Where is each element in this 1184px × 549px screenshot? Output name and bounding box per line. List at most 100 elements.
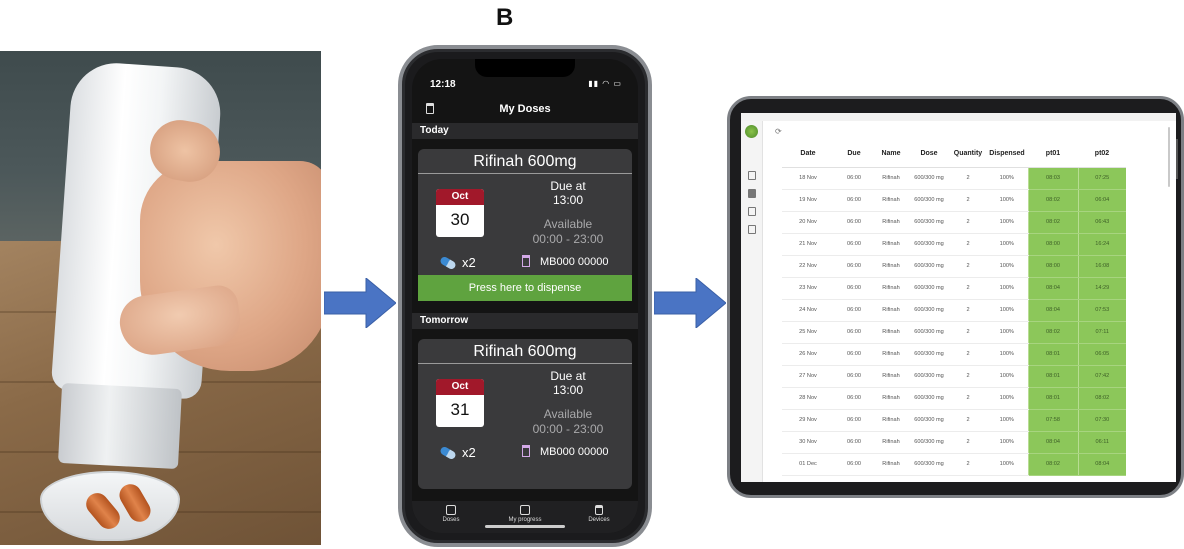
- table-cell: 600/300 mg: [908, 453, 950, 476]
- table-header-row: Date Due Name Dose Quantity Dispensed pt…: [782, 141, 1126, 168]
- due-label: Due at: [550, 369, 586, 383]
- table-cell: Rifinah: [874, 211, 908, 234]
- table-cell: 100%: [986, 233, 1028, 256]
- table-row[interactable]: 18 Nov 06:00 Rifinah 600/300 mg 2 100% 08:03 07…: [782, 167, 1126, 190]
- refresh-icon[interactable]: ⟳: [775, 127, 782, 136]
- table-cell: 600/300 mg: [908, 233, 950, 256]
- table-row[interactable]: 20 Nov 06:00 Rifinah 600/300 mg 2 100% 08:02 06…: [782, 211, 1126, 234]
- table-cell: 600/300 mg: [908, 409, 950, 432]
- document-icon[interactable]: [748, 225, 756, 234]
- available-label: Available: [543, 217, 593, 231]
- status-icons: ▮▮ ◠ ▭: [588, 79, 622, 88]
- table-cell: 21 Nov: [782, 233, 834, 256]
- patient-time-cell: 08:01: [1027, 365, 1078, 388]
- cup-icon[interactable]: [748, 171, 756, 180]
- column-header[interactable]: Quantity: [950, 141, 986, 168]
- table-row[interactable]: 01 Dec 06:00 Rifinah 600/300 mg 2 100% 08:02 08…: [782, 453, 1126, 476]
- column-header[interactable]: Name: [874, 141, 908, 168]
- calendar-day: 30: [450, 210, 470, 229]
- table-cell: 600/300 mg: [908, 255, 950, 278]
- table-row[interactable]: 29 Nov 06:00 Rifinah 600/300 mg 2 100% 07:58 07…: [782, 409, 1126, 432]
- availability-block: Available 00:00 - 23:00: [516, 407, 620, 437]
- column-header[interactable]: Date: [782, 141, 834, 168]
- table-cell: 100%: [986, 211, 1028, 234]
- table-cell: 600/300 mg: [908, 387, 950, 410]
- table-cell: 600/300 mg: [908, 167, 950, 190]
- due-label: Due at: [550, 179, 586, 193]
- table-cell: 2: [950, 321, 986, 344]
- table-cell: Rifinah: [874, 167, 908, 190]
- table-cell: 06:00: [834, 453, 874, 476]
- patient-time-cell: 07:30: [1077, 409, 1126, 432]
- table-cell: 06:00: [834, 255, 874, 278]
- tablet-sidebar: [741, 121, 763, 482]
- patient-time-cell: 08:00: [1027, 255, 1078, 278]
- patient-time-cell: 08:03: [1027, 167, 1078, 190]
- table-cell: 2: [950, 409, 986, 432]
- table-cell: 23 Nov: [782, 277, 834, 300]
- patient-time-cell: 16:24: [1077, 233, 1126, 256]
- chart-icon: [520, 505, 530, 515]
- patient-time-cell: 08:02: [1077, 387, 1126, 410]
- table-cell: Rifinah: [874, 387, 908, 410]
- table-row[interactable]: 22 Nov 06:00 Rifinah 600/300 mg 2 100% 08:00 16…: [782, 255, 1126, 278]
- nav-title: My Doses: [499, 103, 551, 115]
- table-row[interactable]: 27 Nov 06:00 Rifinah 600/300 mg 2 100% 08:01 07…: [782, 365, 1126, 388]
- patient-time-cell: 08:02: [1027, 321, 1078, 344]
- table-cell: 2: [950, 453, 986, 476]
- tab-devices[interactable]: Devices: [564, 505, 634, 523]
- phone-screen: 12:18 ▮▮ ◠ ▭ My Doses Today Rifinah 600m…: [412, 59, 638, 533]
- table-cell: 2: [950, 299, 986, 322]
- table-cell: 100%: [986, 189, 1028, 212]
- calendar-month: Oct: [436, 379, 484, 395]
- patient-time-cell: 08:02: [1027, 211, 1078, 234]
- table-row[interactable]: 30 Nov 06:00 Rifinah 600/300 mg 2 100% 08:04 06…: [782, 431, 1126, 454]
- table-row[interactable]: 24 Nov 06:00 Rifinah 600/300 mg 2 100% 08:04 07…: [782, 299, 1126, 322]
- table-row[interactable]: 21 Nov 06:00 Rifinah 600/300 mg 2 100% 08:00 16…: [782, 233, 1126, 256]
- table-cell: 600/300 mg: [908, 343, 950, 366]
- flow-arrow-2: [654, 278, 726, 328]
- scrollbar[interactable]: [1168, 127, 1170, 187]
- table-row[interactable]: 19 Nov 06:00 Rifinah 600/300 mg 2 100% 08:02 06…: [782, 189, 1126, 212]
- table-row[interactable]: 23 Nov 06:00 Rifinah 600/300 mg 2 100% 08:04 14…: [782, 277, 1126, 300]
- dispense-button[interactable]: Press here to dispense: [418, 275, 632, 301]
- dose-log-table: Date Due Name Dose Quantity Dispensed pt…: [782, 141, 1126, 476]
- table-cell: 06:00: [834, 365, 874, 388]
- chart-icon[interactable]: [748, 189, 756, 198]
- column-header[interactable]: Dispensed: [986, 141, 1028, 168]
- patient-time-cell: 08:04: [1027, 431, 1078, 454]
- table-row[interactable]: 28 Nov 06:00 Rifinah 600/300 mg 2 100% 08:01 08…: [782, 387, 1126, 410]
- tab-doses[interactable]: Doses: [416, 505, 486, 523]
- column-header[interactable]: Due: [834, 141, 874, 168]
- column-header[interactable]: Dose: [908, 141, 950, 168]
- table-cell: 06:00: [834, 277, 874, 300]
- table-cell: 26 Nov: [782, 343, 834, 366]
- dose-quantity: x2: [462, 255, 476, 270]
- phone-device: 12:18 ▮▮ ◠ ▭ My Doses Today Rifinah 600m…: [398, 45, 652, 547]
- tab-label: My progress: [508, 517, 542, 523]
- device-id: MB000 00000: [540, 446, 609, 458]
- table-row[interactable]: 25 Nov 06:00 Rifinah 600/300 mg 2 100% 08:02 07…: [782, 321, 1126, 344]
- table-cell: 22 Nov: [782, 255, 834, 278]
- calendar-day: 31: [450, 400, 470, 419]
- table-cell: 100%: [986, 453, 1028, 476]
- device-icon: [522, 255, 530, 267]
- column-header[interactable]: pt01: [1028, 141, 1078, 168]
- patient-time-cell: 07:58: [1027, 409, 1078, 432]
- app-logo: [745, 125, 758, 138]
- tab-my-progress[interactable]: My progress: [490, 505, 560, 523]
- column-header[interactable]: pt02: [1078, 141, 1126, 168]
- device-icon[interactable]: [748, 207, 756, 216]
- dose-quantity: x2: [462, 445, 476, 460]
- table-row[interactable]: 26 Nov 06:00 Rifinah 600/300 mg 2 100% 08:01 06…: [782, 343, 1126, 366]
- status-time: 12:18: [430, 79, 456, 90]
- due-block: Due at 13:00: [516, 369, 620, 397]
- calendar-month: Oct: [436, 189, 484, 205]
- table-cell: Rifinah: [874, 365, 908, 388]
- table-cell: 28 Nov: [782, 387, 834, 410]
- table-cell: 600/300 mg: [908, 277, 950, 300]
- table-cell: Rifinah: [874, 321, 908, 344]
- available-window: 00:00 - 23:00: [532, 232, 604, 246]
- table-cell: 600/300 mg: [908, 431, 950, 454]
- due-time: 13:00: [552, 193, 584, 207]
